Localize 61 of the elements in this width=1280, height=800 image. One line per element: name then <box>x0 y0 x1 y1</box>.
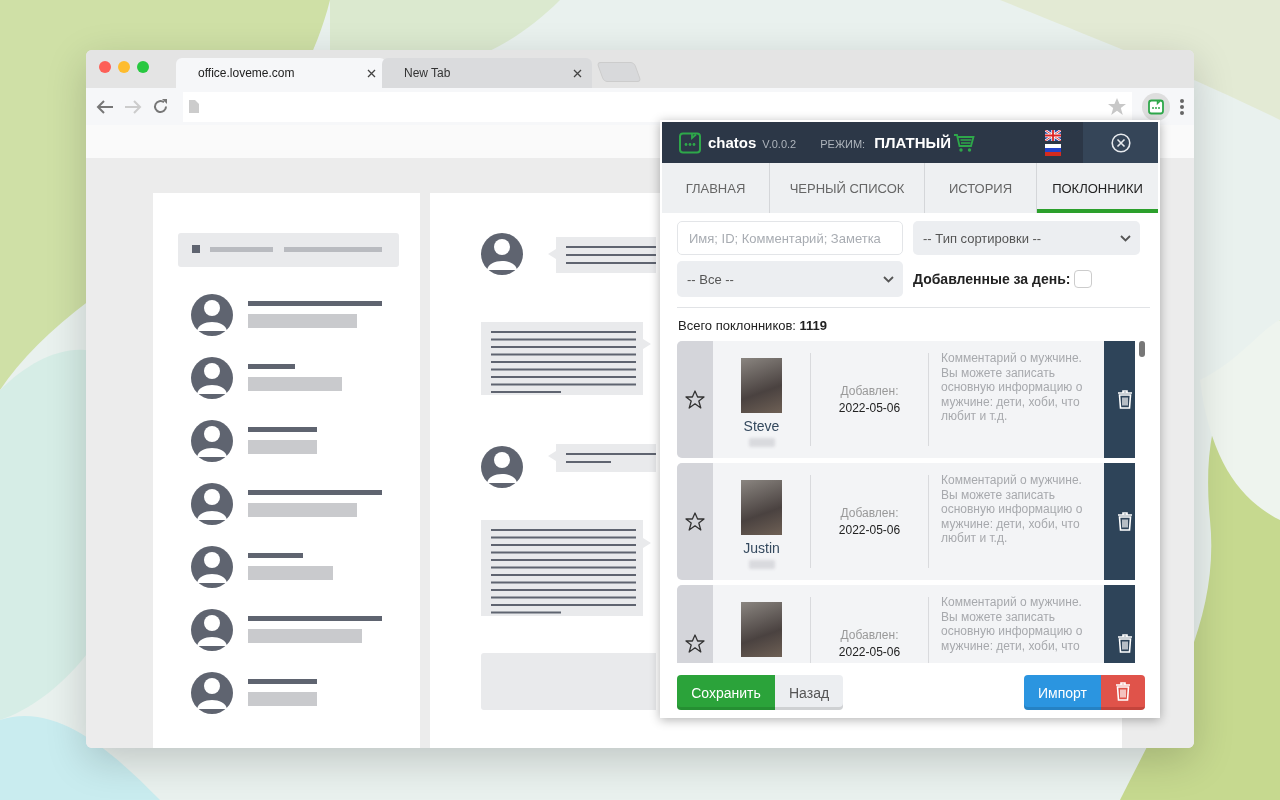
star-icon <box>685 634 705 653</box>
redacted-id <box>748 560 775 569</box>
close-icon[interactable] <box>573 68 582 78</box>
checkbox[interactable] <box>1074 270 1093 288</box>
star-icon <box>685 512 705 531</box>
trash-icon <box>1116 390 1133 409</box>
mode-label: РЕЖИМ: <box>820 138 866 150</box>
chat-logo-icon <box>679 131 701 154</box>
cart-icon <box>953 132 976 153</box>
added-date: 2022-05-06 <box>838 401 901 415</box>
mode-value: ПЛАТНЫЙ <box>874 134 952 151</box>
browser-tab[interactable]: office.loveme.com <box>176 58 386 88</box>
filter-select[interactable]: -- Все -- <box>677 261 903 297</box>
extension-icon[interactable] <box>1142 92 1170 121</box>
added-label: Добавлен: <box>840 506 899 520</box>
checkbox-label: Добавленные за день: <box>913 271 1071 287</box>
photo-placeholder <box>741 358 782 413</box>
reload-icon[interactable] <box>152 98 169 115</box>
tab[interactable]: ГЛАВНАЯ <box>662 163 769 213</box>
delete-button[interactable] <box>1104 341 1136 458</box>
photo-placeholder <box>741 480 782 535</box>
delete-button[interactable] <box>1104 463 1136 580</box>
window-controls-icon[interactable] <box>98 60 150 74</box>
delete-all-button[interactable] <box>1101 675 1145 710</box>
tab[interactable]: ИСТОРИЯ <box>924 163 1036 213</box>
redacted-id <box>748 438 775 447</box>
tab[interactable]: ЧЕРНЫЙ СПИСОК <box>769 163 924 213</box>
favorite-toggle[interactable] <box>677 341 713 458</box>
added-label: Добавлен: <box>840 384 899 398</box>
russian-flag-icon[interactable] <box>1045 143 1061 156</box>
favorite-toggle[interactable] <box>677 463 713 580</box>
added-label: Добавлен: <box>840 628 899 642</box>
browser-tab[interactable]: New Tab <box>382 58 592 88</box>
chevron-down-icon <box>1120 234 1131 242</box>
trash-icon <box>1115 681 1131 701</box>
added-date: 2022-05-06 <box>838 645 901 659</box>
app-name: chatos <box>708 134 757 151</box>
uk-flag-icon[interactable] <box>1045 129 1061 141</box>
back-arrow-icon[interactable] <box>96 98 114 115</box>
sort-select[interactable]: -- Тип сортировки -- <box>913 221 1140 255</box>
close-icon[interactable] <box>367 68 376 78</box>
fan-name[interactable]: Steve <box>743 418 780 434</box>
trash-icon <box>1116 512 1133 531</box>
added-date: 2022-05-06 <box>838 523 901 537</box>
total-count: Всего поклонников: 1119 <box>678 318 829 333</box>
scrollbar-thumb[interactable] <box>1139 341 1146 357</box>
app-version: V.0.0.2 <box>762 138 797 150</box>
bookmark-star-icon[interactable] <box>1108 98 1126 115</box>
star-icon <box>685 390 705 409</box>
comment-text: Комментарий о мужчине. Вы можете записать основную информацию о мужчине: дети, хоби, что любит и т.д. <box>940 472 1084 547</box>
fan-name[interactable]: Justin <box>743 540 780 556</box>
tab[interactable]: ПОКЛОННИКИ <box>1036 163 1158 213</box>
page-icon <box>189 100 199 113</box>
back-button[interactable]: Назад <box>775 675 843 710</box>
photo-placeholder <box>741 602 782 657</box>
comment-text: Комментарий о мужчине. Вы можете записать основную информацию о мужчине: дети, хоби, что любит и т.д. <box>940 350 1084 425</box>
chevron-down-icon <box>883 275 894 283</box>
comment-text: Комментарий о мужчине. Вы можете записать основную информацию о мужчине: дети, хоби, что <box>940 594 1084 655</box>
trash-icon <box>1116 634 1133 653</box>
menu-icon[interactable] <box>1180 98 1184 115</box>
search-field[interactable]: Имя; ID; Комментарий; Заметка <box>677 221 903 255</box>
